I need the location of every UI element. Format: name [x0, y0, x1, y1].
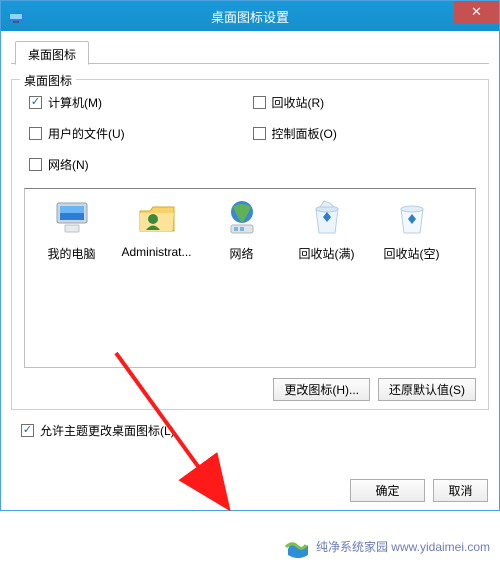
close-icon: ✕	[471, 4, 482, 20]
app-icon	[7, 7, 25, 25]
computer-icon	[51, 197, 93, 239]
content-area: 桌面图标 桌面图标 计算机(M) 回收站(R) 用户的文件(U)	[1, 31, 499, 510]
icon-item-userfolder[interactable]: Administrat...	[114, 197, 199, 259]
checkbox-recycle[interactable]: 回收站(R)	[253, 94, 477, 111]
checkbox-label: 计算机(M)	[48, 94, 102, 111]
icon-button-row: 更改图标(H)... 还原默认值(S)	[24, 378, 476, 401]
change-icon-button[interactable]: 更改图标(H)...	[273, 378, 370, 401]
watermark-icon	[284, 533, 310, 559]
icon-item-recycle-empty[interactable]: 回收站(空)	[369, 197, 454, 262]
checkbox-box	[29, 96, 42, 109]
icon-label: 回收站(空)	[369, 245, 454, 262]
cancel-button[interactable]: 取消	[433, 479, 488, 502]
recycle-full-icon	[306, 197, 348, 239]
checkbox-label: 网络(N)	[48, 156, 89, 173]
ok-button[interactable]: 确定	[350, 479, 425, 502]
group-title: 桌面图标	[20, 72, 76, 89]
watermark: 纯净系统家园 www.yidaimei.com	[284, 533, 490, 559]
userfolder-icon	[136, 197, 178, 239]
titlebar: 桌面图标设置 ✕	[1, 1, 499, 31]
checkbox-grid: 计算机(M) 回收站(R) 用户的文件(U) 控制面板(O) 网络(N)	[24, 94, 476, 173]
checkbox-computer[interactable]: 计算机(M)	[29, 94, 253, 111]
checkbox-box	[29, 127, 42, 140]
checkbox-box	[21, 424, 34, 437]
window-title: 桌面图标设置	[211, 7, 289, 26]
recycle-empty-icon	[391, 197, 433, 239]
checkbox-network[interactable]: 网络(N)	[29, 156, 253, 173]
checkbox-box	[253, 96, 266, 109]
checkbox-label: 控制面板(O)	[272, 125, 337, 142]
checkbox-box	[253, 127, 266, 140]
checkbox-label: 允许主题更改桌面图标(L)	[40, 422, 175, 439]
icon-label: 网络	[199, 245, 284, 262]
network-icon	[221, 197, 263, 239]
desktop-icons-group: 桌面图标 计算机(M) 回收站(R) 用户的文件(U) 控制面板(O)	[11, 79, 489, 410]
checkbox-control-panel[interactable]: 控制面板(O)	[253, 125, 477, 142]
icon-label: Administrat...	[114, 245, 199, 259]
checkbox-userfiles[interactable]: 用户的文件(U)	[29, 125, 253, 142]
tab-desktop-icons[interactable]: 桌面图标	[15, 41, 89, 65]
icon-item-network[interactable]: 网络	[199, 197, 284, 262]
dialog-button-row: 确定 取消	[11, 479, 489, 502]
icon-item-computer[interactable]: 我的电脑	[29, 197, 114, 262]
icon-label: 回收站(满)	[284, 245, 369, 262]
icon-preview-panel: 我的电脑 Administrat... 网络	[24, 188, 476, 368]
dialog-window: 桌面图标设置 ✕ 桌面图标 桌面图标 计算机(M) 回收站(R) 用户的文件(U…	[0, 0, 500, 511]
tab-strip: 桌面图标	[11, 39, 489, 64]
restore-default-button[interactable]: 还原默认值(S)	[378, 378, 476, 401]
checkbox-label: 回收站(R)	[272, 94, 325, 111]
checkbox-label: 用户的文件(U)	[48, 125, 125, 142]
checkbox-allow-theme[interactable]: 允许主题更改桌面图标(L)	[11, 422, 489, 439]
icon-label: 我的电脑	[29, 245, 114, 262]
icon-item-recycle-full[interactable]: 回收站(满)	[284, 197, 369, 262]
checkbox-box	[29, 158, 42, 171]
close-button[interactable]: ✕	[454, 1, 499, 23]
watermark-text: 纯净系统家园 www.yidaimei.com	[316, 538, 490, 555]
